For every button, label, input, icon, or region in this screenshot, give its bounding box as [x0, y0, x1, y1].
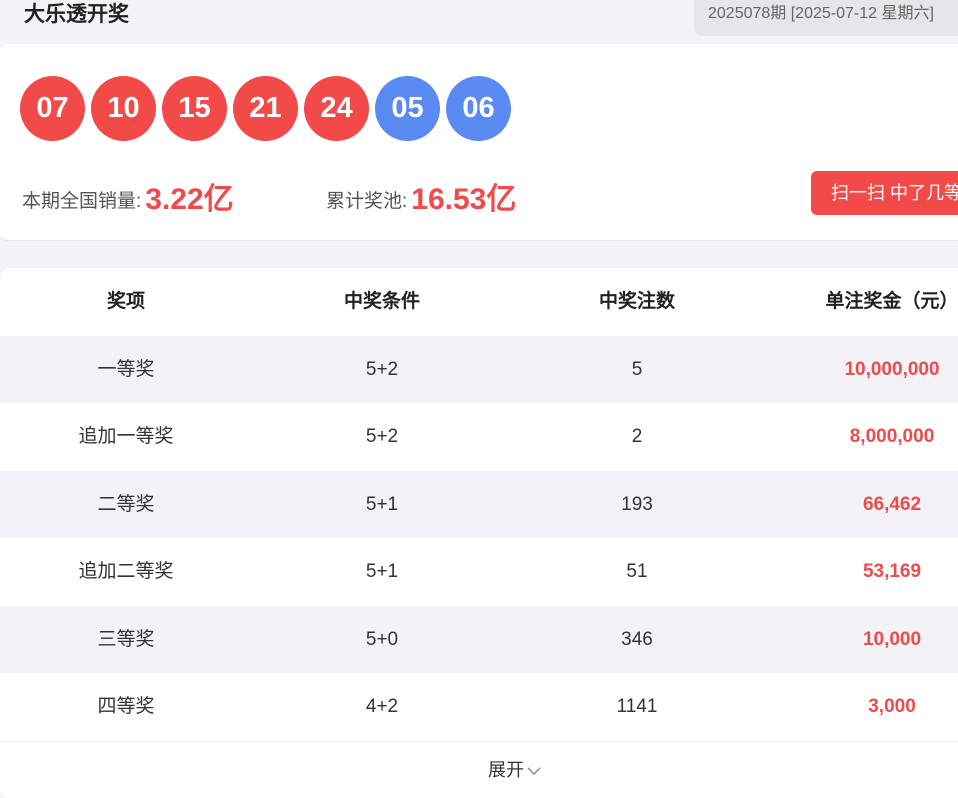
pool-stat: 累计奖池: 16.53亿 — [326, 174, 516, 218]
prize-amount: 10,000 — [862, 629, 922, 650]
win-condition: 5+2 — [365, 359, 399, 380]
prize-amount: 8,000,000 — [849, 426, 935, 447]
red-ball: 15 — [162, 76, 227, 141]
top-bar: 大乐透开奖 2025078期 [2025-07-12 星期六] — [0, 0, 958, 44]
table-row: 一等奖 5+2 5 10,000,000 — [0, 336, 958, 403]
win-count: 193 — [621, 494, 653, 515]
prize-amount: 53,169 — [862, 561, 922, 582]
column-header: 单注奖金（元） — [825, 291, 958, 312]
sales-value: 3.22亿 — [145, 183, 234, 216]
column-header: 中奖注数 — [598, 291, 675, 312]
sales-stats: 本期全国销量: 3.22亿 累计奖池: 16.53亿 — [22, 174, 722, 216]
red-ball: 21 — [233, 76, 298, 141]
sales-label: 本期全国销量: — [22, 191, 142, 212]
win-count: 51 — [626, 561, 648, 582]
win-condition: 5+0 — [365, 629, 399, 650]
win-count: 2 — [631, 426, 643, 447]
table-header: 奖项 中奖条件 中奖注数 单注奖金（元） — [0, 268, 958, 335]
pool-value: 16.53亿 — [411, 183, 517, 216]
blue-ball: 06 — [446, 76, 511, 141]
blue-ball: 05 — [375, 76, 440, 141]
issue-info: 2025078期 [2025-07-12 星期六] — [694, 0, 958, 36]
expand-label: 展开 — [488, 760, 524, 780]
prize-name: 四等奖 — [97, 696, 155, 717]
column-header: 奖项 — [106, 291, 145, 312]
win-count: 346 — [621, 629, 653, 650]
red-ball: 07 — [20, 76, 85, 141]
draw-result-card: 07 10 15 21 24 05 06 本期全国销量: 3.22亿 累计奖池: 1… — [0, 44, 958, 241]
red-ball: 24 — [304, 76, 369, 141]
win-count: 1141 — [616, 696, 658, 717]
table-row: 二等奖 5+1 193 66,462 — [0, 471, 958, 538]
prize-amount: 3,000 — [868, 696, 916, 717]
win-condition: 5+1 — [365, 561, 399, 582]
expand-button[interactable]: 展开 — [0, 756, 958, 782]
win-condition: 5+2 — [365, 426, 399, 447]
prize-name: 追加一等奖 — [78, 426, 174, 447]
prize-name: 一等奖 — [97, 359, 155, 380]
prize-amount: 66,462 — [862, 494, 922, 515]
prize-name: 二等奖 — [97, 494, 155, 515]
win-count: 5 — [631, 359, 643, 380]
page-title: 大乐透开奖 — [24, 3, 129, 26]
scan-button[interactable]: 扫一扫 中了几等 — [811, 171, 958, 215]
table-row: 三等奖 5+0 346 10,000 — [0, 606, 958, 673]
prize-name: 三等奖 — [97, 629, 155, 650]
pool-label: 累计奖池: — [326, 191, 408, 212]
column-header: 中奖条件 — [343, 291, 420, 312]
chevron-down-icon — [527, 767, 541, 776]
win-condition: 4+2 — [365, 696, 399, 717]
win-condition: 5+1 — [365, 494, 399, 515]
prize-name: 追加二等奖 — [78, 561, 174, 582]
draw-numbers: 07 10 15 21 24 05 06 — [20, 76, 517, 141]
sales-stat: 本期全国销量: 3.22亿 — [22, 174, 234, 218]
table-divider — [0, 741, 958, 742]
table-row: 四等奖 4+2 1141 3,000 — [0, 673, 958, 740]
red-ball: 10 — [91, 76, 156, 141]
table-row: 追加二等奖 5+1 51 53,169 — [0, 538, 958, 605]
prize-table: 奖项 中奖条件 中奖注数 单注奖金（元） 一等奖 5+2 5 10,000,00… — [0, 268, 958, 798]
table-row: 追加一等奖 5+2 2 8,000,000 — [0, 403, 958, 470]
prize-amount: 10,000,000 — [844, 359, 940, 380]
